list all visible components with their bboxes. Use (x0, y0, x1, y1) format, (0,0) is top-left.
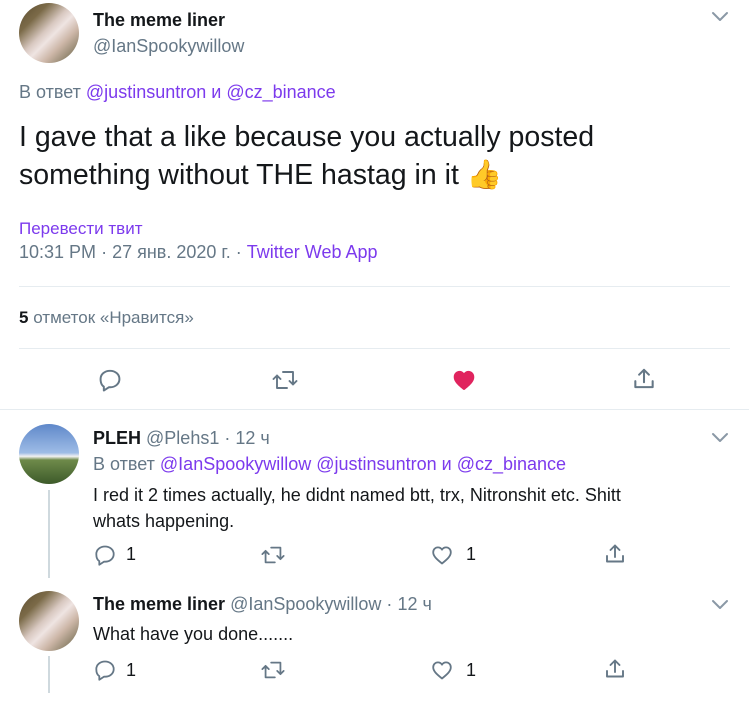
translate-link[interactable]: Перевести твит (19, 219, 142, 239)
likes-count: 5 (19, 308, 29, 327)
reply-header: PLEH @Plehs1 · 12 ч (93, 428, 270, 449)
chevron-down-icon[interactable] (710, 598, 730, 612)
reply-icon[interactable] (93, 658, 117, 682)
likes-summary[interactable]: 5 отметок «Нравится» (19, 308, 194, 328)
like-count: 1 (466, 660, 477, 680)
heart-icon[interactable] (451, 367, 477, 393)
author-name[interactable]: PLEH (93, 428, 141, 448)
heart-icon[interactable] (430, 658, 454, 682)
thread-line (48, 656, 50, 693)
author-handle[interactable]: @Plehs1 (146, 428, 219, 448)
author-name[interactable]: The meme liner (93, 594, 225, 614)
meta-sep: · (224, 428, 231, 448)
thread-line (48, 490, 50, 578)
divider (0, 409, 749, 410)
reply-icon[interactable] (93, 543, 117, 567)
avatar[interactable] (19, 424, 79, 484)
reply-text-line: whats happening. (93, 511, 235, 531)
author-name[interactable]: The meme liner (93, 10, 225, 31)
meta-sep: · (386, 594, 393, 614)
retweet-icon[interactable] (271, 367, 299, 393)
tweet-text: I gave that a like because you actually … (19, 118, 619, 194)
reply-text: I red it 2 times actually, he didnt name… (93, 482, 733, 534)
like-count: 1 (466, 544, 477, 564)
thumbs-up-emoji: 👍 (466, 159, 503, 191)
chevron-down-icon[interactable] (710, 10, 730, 24)
reply-header: The meme liner @IanSpookywillow · 12 ч (93, 594, 432, 615)
meta-sep: · (101, 242, 108, 262)
tweet-time[interactable]: 12 ч (397, 594, 431, 614)
chevron-down-icon[interactable] (710, 431, 730, 445)
reply-prefix: В ответ (93, 454, 155, 474)
mention-link[interactable]: @justinsuntron (86, 82, 206, 102)
divider (19, 348, 730, 349)
author-handle[interactable]: @IanSpookywillow (93, 36, 244, 57)
tweet-meta: 10:31 PM · 27 янв. 2020 г. · Twitter Web… (19, 242, 378, 263)
reply-and: и (441, 454, 452, 474)
reply-count: 1 (126, 660, 137, 680)
avatar[interactable] (19, 591, 79, 651)
share-icon[interactable] (631, 366, 657, 392)
tweet-body: I gave that a like because you actually … (19, 121, 595, 191)
likes-label: отметок «Нравится» (33, 308, 194, 327)
retweet-icon[interactable] (260, 543, 286, 567)
mention-link[interactable]: @justinsuntron (316, 454, 436, 474)
source-link[interactable]: Twitter Web App (247, 242, 378, 262)
tweet-date[interactable]: 27 янв. 2020 г. (112, 242, 231, 262)
meta-sep: · (235, 242, 242, 262)
divider (19, 286, 730, 287)
mention-link[interactable]: @cz_binance (226, 82, 335, 102)
reply-prefix: В ответ (19, 82, 81, 102)
reply-context: В ответ @IanSpookywillow @justinsuntron … (93, 454, 566, 475)
tweet-time[interactable]: 12 ч (235, 428, 269, 448)
share-icon[interactable] (603, 542, 627, 566)
reply-text: What have you done....... (93, 624, 294, 644)
heart-icon[interactable] (430, 543, 454, 567)
reply-text-line: I red it 2 times actually, he didnt name… (93, 485, 621, 505)
reply-and: и (211, 82, 222, 102)
share-icon[interactable] (603, 657, 627, 681)
mention-link[interactable]: @IanSpookywillow (160, 454, 311, 474)
reply-icon[interactable] (97, 367, 123, 393)
reply-context: В ответ @justinsuntron и @cz_binance (19, 82, 336, 103)
avatar[interactable] (19, 3, 79, 63)
tweet-time[interactable]: 10:31 PM (19, 242, 96, 262)
author-handle[interactable]: @IanSpookywillow (230, 594, 381, 614)
retweet-icon[interactable] (260, 658, 286, 682)
reply-count: 1 (126, 544, 137, 564)
mention-link[interactable]: @cz_binance (457, 454, 566, 474)
